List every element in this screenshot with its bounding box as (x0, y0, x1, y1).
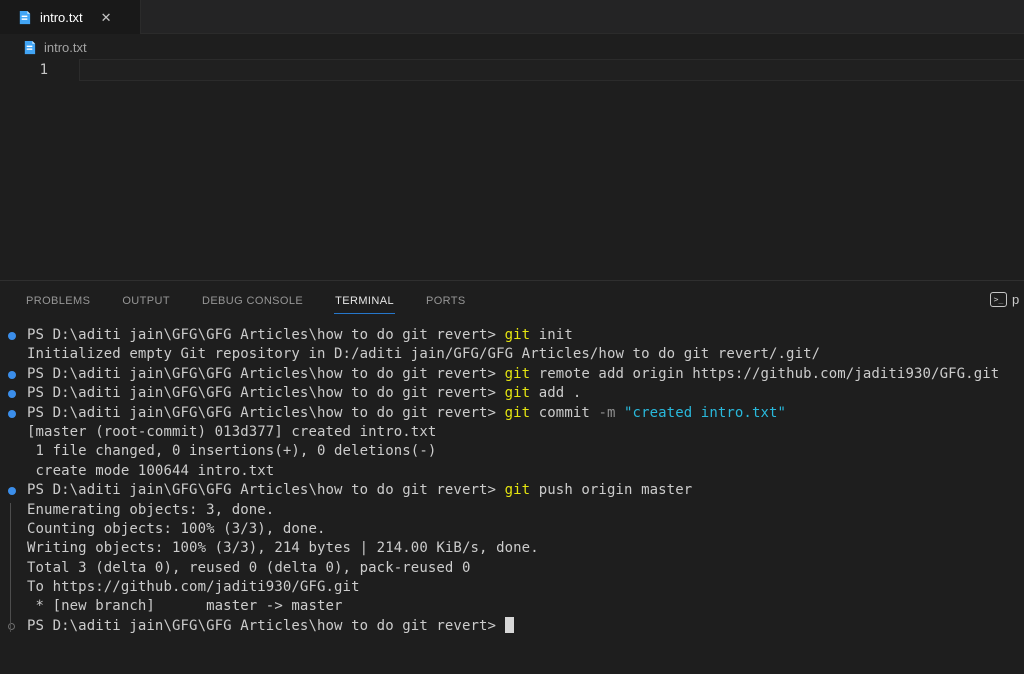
file-icon (17, 10, 32, 25)
command-success-decoration-icon[interactable] (8, 390, 16, 398)
terminal-text: push origin master (530, 482, 692, 498)
terminal-profile[interactable]: >_ p (990, 281, 1019, 317)
terminal-block-cursor (505, 617, 514, 633)
terminal-text: -m (598, 405, 615, 421)
close-icon[interactable]: ✕ (101, 11, 112, 24)
command-success-decoration-icon[interactable] (8, 487, 16, 495)
breadcrumb-item-filename: intro.txt (44, 40, 87, 55)
terminal-line: Counting objects: 100% (3/3), done. (0, 520, 1024, 539)
terminal-text: PS D:\aditi jain\GFG\GFG Articles\how to… (27, 482, 505, 498)
terminal-text: Enumerating objects: 3, done. (27, 502, 274, 518)
terminal-text: git (505, 405, 531, 421)
terminal-text: PS D:\aditi jain\GFG\GFG Articles\how to… (27, 618, 505, 634)
vscode-window: intro.txt ✕ intro.txt 1 PROBLEMS OUTPUT DE… (0, 0, 1024, 674)
terminal-line: Initialized empty Git repository in D:/a… (0, 345, 1024, 364)
breadcrumb[interactable]: intro.txt (0, 35, 1024, 59)
terminal-text: PS D:\aditi jain\GFG\GFG Articles\how to… (27, 385, 505, 401)
command-output-rail (10, 503, 11, 633)
panel-tab-ports[interactable]: PORTS (425, 285, 467, 314)
terminal-text: git (505, 385, 531, 401)
terminal-line: PS D:\aditi jain\GFG\GFG Articles\how to… (0, 365, 1024, 384)
terminal-line: create mode 100644 intro.txt (0, 462, 1024, 481)
terminal-text (616, 405, 625, 421)
panel-tabs: PROBLEMS OUTPUT DEBUG CONSOLE TERMINAL PORTS (25, 285, 497, 314)
terminal-text: 1 file changed, 0 insertions(+), 0 delet… (27, 443, 436, 459)
editor-tab-bar: intro.txt ✕ (0, 0, 1024, 34)
terminal-text: Writing objects: 100% (3/3), 214 bytes |… (27, 540, 539, 556)
terminal-text: Counting objects: 100% (3/3), done. (27, 521, 326, 537)
bottom-panel: PROBLEMS OUTPUT DEBUG CONSOLE TERMINAL PORTS… (0, 280, 1024, 674)
terminal-text: git (505, 366, 531, 382)
command-success-decoration-icon[interactable] (8, 410, 16, 418)
terminal-line: Enumerating objects: 3, done. (0, 501, 1024, 520)
terminal-line: PS D:\aditi jain\GFG\GFG Articles\how to… (0, 617, 1024, 636)
terminal-text: PS D:\aditi jain\GFG\GFG Articles\how to… (27, 327, 505, 343)
terminal-line: 1 file changed, 0 insertions(+), 0 delet… (0, 442, 1024, 461)
terminal-line: [master (root-commit) 013d377] created i… (0, 423, 1024, 442)
terminal-line: PS D:\aditi jain\GFG\GFG Articles\how to… (0, 481, 1024, 500)
panel-tab-output[interactable]: OUTPUT (121, 285, 171, 314)
terminal-text: To https://github.com/jaditi930/GFG.git (27, 579, 360, 595)
terminal-text: create mode 100644 intro.txt (27, 463, 274, 479)
terminal-text: [master (root-commit) 013d377] created i… (27, 424, 436, 440)
terminal-content[interactable]: PS D:\aditi jain\GFG\GFG Articles\how to… (0, 317, 1024, 674)
tab-label: intro.txt (40, 10, 83, 25)
terminal-text: Total 3 (delta 0), reused 0 (delta 0), p… (27, 560, 471, 576)
current-line-highlight (79, 59, 1024, 81)
line-number: 1 (0, 60, 48, 80)
panel-header: PROBLEMS OUTPUT DEBUG CONSOLE TERMINAL PORTS… (0, 281, 1024, 317)
terminal-line: PS D:\aditi jain\GFG\GFG Articles\how to… (0, 326, 1024, 345)
terminal-text: git (505, 327, 531, 343)
terminal-line: * [new branch] master -> master (0, 597, 1024, 616)
tab-intro-txt[interactable]: intro.txt ✕ (0, 0, 141, 34)
terminal-text: Initialized empty Git repository in D:/a… (27, 346, 820, 362)
panel-tab-debug-console[interactable]: DEBUG CONSOLE (201, 285, 304, 314)
terminal-text: * [new branch] master -> master (27, 598, 343, 614)
terminal-text: add . (530, 385, 581, 401)
terminal-text: PS D:\aditi jain\GFG\GFG Articles\how to… (27, 366, 505, 382)
terminal-line: Total 3 (delta 0), reused 0 (delta 0), p… (0, 559, 1024, 578)
terminal-text: commit (530, 405, 598, 421)
terminal-text: remote add origin https://github.com/jad… (530, 366, 999, 382)
terminal-line: PS D:\aditi jain\GFG\GFG Articles\how to… (0, 384, 1024, 403)
terminal-text: "created intro.txt" (624, 405, 786, 421)
panel-tab-problems[interactable]: PROBLEMS (25, 285, 91, 314)
terminal-text: git (505, 482, 531, 498)
terminal-text: init (530, 327, 573, 343)
terminal-text: PS D:\aditi jain\GFG\GFG Articles\how to… (27, 405, 505, 421)
command-success-decoration-icon[interactable] (8, 332, 16, 340)
powershell-terminal-icon: >_ (990, 292, 1007, 307)
panel-tab-terminal[interactable]: TERMINAL (334, 285, 395, 314)
editor-area[interactable]: 1 (0, 59, 1024, 280)
command-success-decoration-icon[interactable] (8, 371, 16, 379)
terminal-line: Writing objects: 100% (3/3), 214 bytes |… (0, 539, 1024, 558)
breadcrumb-file-icon (22, 40, 37, 55)
terminal-line: To https://github.com/jaditi930/GFG.git (0, 578, 1024, 597)
terminal-line: PS D:\aditi jain\GFG\GFG Articles\how to… (0, 404, 1024, 423)
terminal-profile-label: p (1012, 292, 1019, 307)
